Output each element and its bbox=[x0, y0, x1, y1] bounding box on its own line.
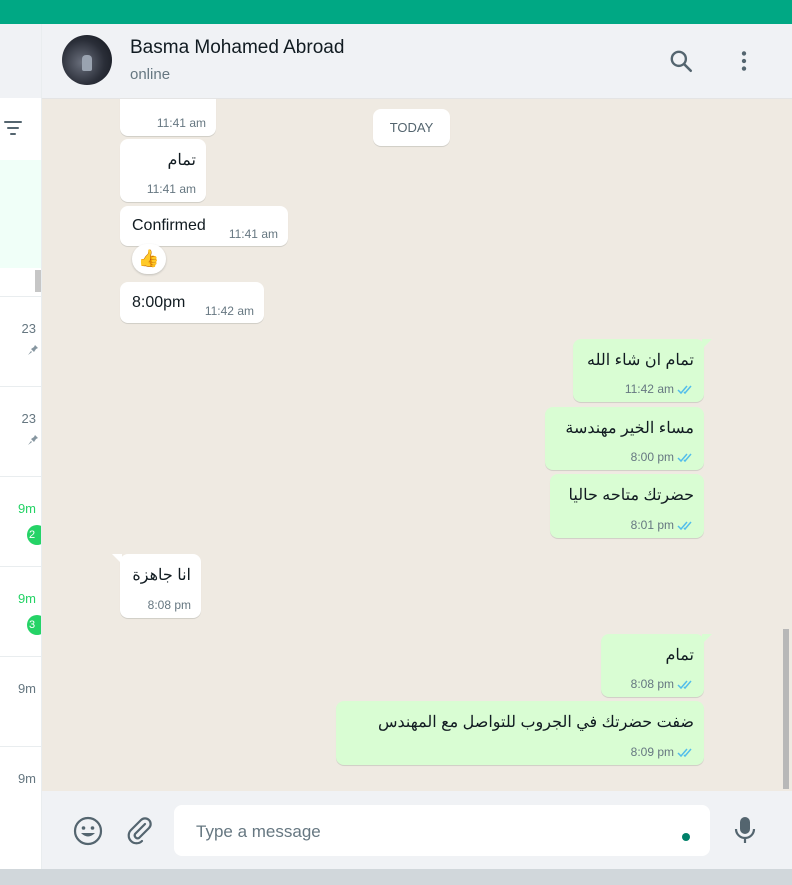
message-time: 8:09 pm bbox=[630, 745, 674, 759]
chat-time: 9m bbox=[17, 501, 36, 516]
conversation-header: Basma Mohamed Abroad online bbox=[42, 24, 792, 99]
pin-icon bbox=[28, 435, 38, 445]
message-text: تمام bbox=[665, 647, 694, 664]
message-time: 11:42 am bbox=[204, 304, 254, 318]
message-text: 8:00pm bbox=[132, 294, 186, 311]
list-item[interactable]: 9m 3 bbox=[0, 566, 41, 657]
message-list[interactable]: 11:41 am TODAY تمام 11:41 am Confirmed 1… bbox=[42, 99, 792, 791]
chat-list-scrollbar[interactable] bbox=[35, 270, 41, 292]
status-dot bbox=[682, 833, 690, 841]
chat-time: 9m bbox=[17, 771, 36, 786]
message-input[interactable] bbox=[194, 805, 678, 858]
message-outgoing[interactable]: ضفت حضرتك في الجروب للتواصل مع المهندس 8… bbox=[336, 701, 704, 765]
message-time: 8:08 pm bbox=[630, 677, 674, 691]
chat-time: 23 bbox=[21, 411, 36, 426]
mic-icon[interactable] bbox=[732, 815, 758, 845]
unread-badge: 2 bbox=[27, 525, 41, 545]
message-text: حضرتك متاحه حاليا bbox=[568, 487, 694, 504]
list-item[interactable]: 23 bbox=[0, 386, 41, 477]
emoji-icon[interactable] bbox=[72, 815, 104, 847]
read-receipt-icon bbox=[677, 680, 692, 690]
message-input-box[interactable] bbox=[174, 805, 710, 858]
message-incoming[interactable]: Confirmed 11:41 am bbox=[120, 206, 288, 246]
message-incoming[interactable]: انا جاهزة 8:08 pm bbox=[112, 554, 201, 618]
message-scrollbar[interactable] bbox=[783, 629, 789, 789]
read-receipt-icon bbox=[677, 385, 692, 395]
message-time: 11:41 am bbox=[156, 116, 206, 130]
search-icon[interactable] bbox=[668, 48, 694, 74]
attach-icon[interactable] bbox=[124, 815, 154, 845]
list-item[interactable]: 9m bbox=[0, 656, 41, 747]
menu-icon[interactable] bbox=[731, 48, 757, 74]
pin-icon bbox=[28, 345, 38, 355]
read-receipt-icon bbox=[677, 453, 692, 463]
top-accent-bar bbox=[0, 0, 792, 24]
message-time: 11:42 am bbox=[624, 382, 674, 396]
message-text: انا جاهزة bbox=[132, 567, 191, 584]
chat-time: 9m bbox=[17, 681, 36, 696]
filter-icon[interactable] bbox=[4, 121, 26, 139]
list-item[interactable]: 23 bbox=[0, 296, 41, 387]
window-bottom-strip bbox=[0, 869, 792, 885]
message-incoming[interactable]: تمام 11:41 am bbox=[120, 139, 206, 202]
chat-list-header bbox=[0, 24, 41, 98]
message-text: Confirmed bbox=[132, 217, 206, 234]
selected-chat-item[interactable] bbox=[0, 160, 41, 268]
message-text: تمام bbox=[167, 152, 196, 169]
chat-list-panel: 23 23 9m 2 9m 3 9m 9m bbox=[0, 24, 42, 869]
unread-badge: 3 bbox=[27, 615, 41, 635]
message-incoming[interactable]: 8:00pm 11:42 am bbox=[120, 282, 264, 323]
conversation-panel: Basma Mohamed Abroad online 11:41 am TOD… bbox=[42, 24, 792, 869]
composer-bar bbox=[42, 791, 792, 869]
message-time: 8:08 pm bbox=[147, 598, 191, 612]
message-time: 11:41 am bbox=[228, 227, 278, 241]
message-time: 11:41 am bbox=[146, 182, 196, 196]
message-outgoing[interactable]: مساء الخير مهندسة 8:00 pm bbox=[545, 407, 704, 470]
reaction-badge[interactable]: 👍 bbox=[132, 244, 166, 274]
contact-status: online bbox=[130, 66, 171, 83]
message-text: تمام ان شاء الله bbox=[586, 352, 694, 369]
chat-time: 23 bbox=[21, 321, 36, 336]
chat-time: 9m bbox=[17, 591, 36, 606]
message-time: 8:00 pm bbox=[630, 450, 674, 464]
message-text: مساء الخير مهندسة bbox=[565, 420, 694, 437]
list-item[interactable]: 9m 2 bbox=[0, 476, 41, 567]
message-outgoing[interactable]: تمام 8:08 pm bbox=[601, 634, 712, 697]
message-incoming[interactable]: 11:41 am bbox=[120, 99, 216, 136]
date-divider: TODAY bbox=[373, 109, 450, 146]
message-text: ضفت حضرتك في الجروب للتواصل مع المهندس bbox=[377, 714, 694, 731]
message-outgoing[interactable]: تمام ان شاء الله 11:42 am bbox=[573, 339, 712, 402]
avatar[interactable] bbox=[62, 35, 112, 85]
message-time: 8:01 pm bbox=[630, 518, 674, 532]
read-receipt-icon bbox=[677, 748, 692, 758]
contact-name[interactable]: Basma Mohamed Abroad bbox=[130, 37, 344, 59]
message-outgoing[interactable]: حضرتك متاحه حاليا 8:01 pm bbox=[550, 474, 704, 538]
list-item[interactable]: 9m bbox=[0, 746, 41, 837]
read-receipt-icon bbox=[677, 521, 692, 531]
